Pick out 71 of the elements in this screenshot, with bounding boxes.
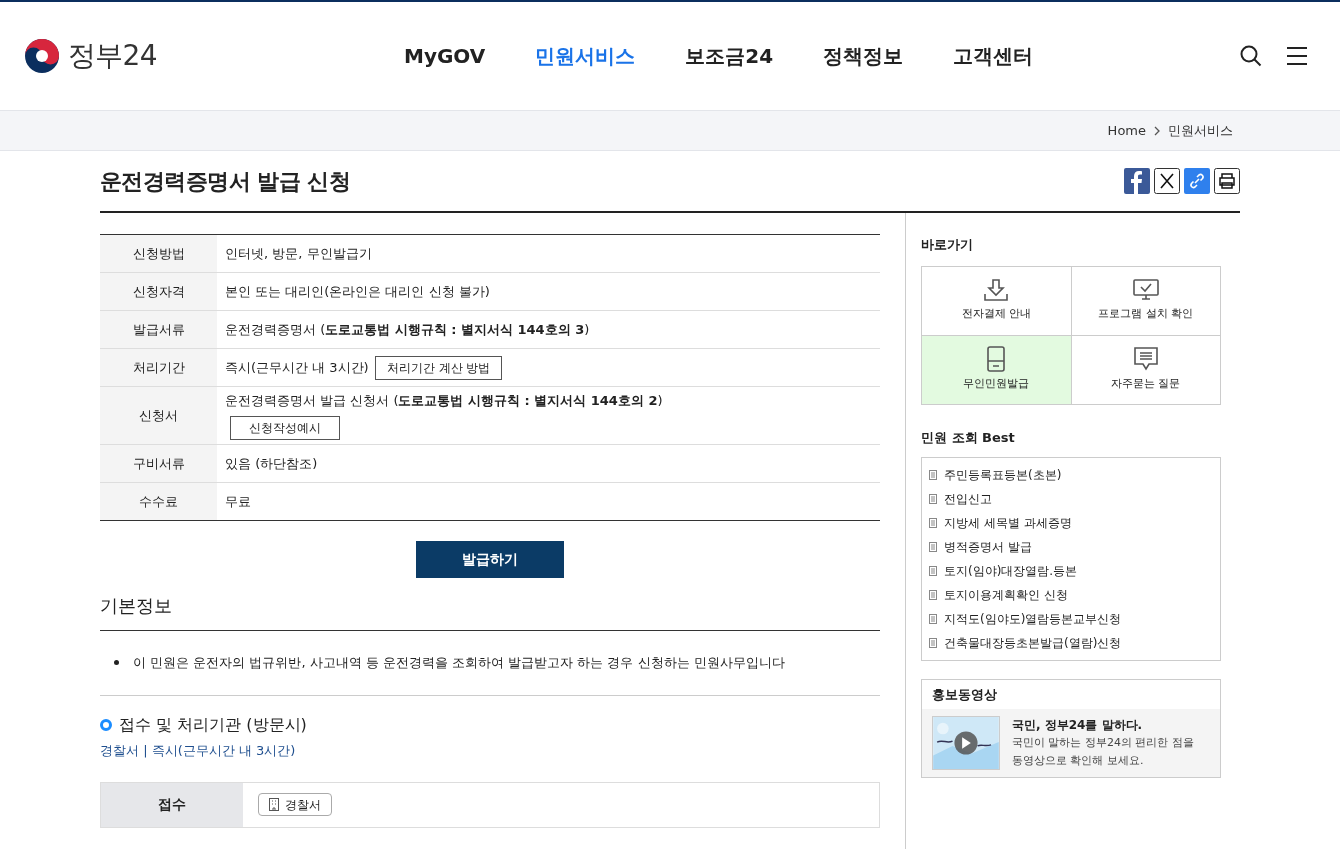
nav-link[interactable]: MyGOV — [404, 41, 486, 71]
shortcut-tile[interactable]: 무인민원발급 — [922, 335, 1072, 405]
kiosk-icon — [986, 346, 1007, 373]
document-icon — [929, 542, 937, 552]
row-value: 운전경력증명서 (도로교통법 시행규칙 : 별지서식 144호의 3) — [225, 320, 590, 339]
best-link[interactable]: 건축물대장등초본발급(열람)신청 — [944, 634, 1122, 652]
chevron-icon — [1154, 125, 1160, 136]
bullet-text: 이 민원은 운전자의 법규위반, 사고내역 등 운전경력을 조회하여 발급받고자 하는 경우 신청하는 민원사무입니다 — [133, 654, 785, 672]
print-icon[interactable] — [1214, 168, 1240, 194]
logo-icon[interactable] — [24, 38, 60, 74]
breadcrumb-link[interactable]: 민원서비스 — [1168, 120, 1233, 141]
row-label: 구비서류 — [100, 445, 217, 482]
video-card[interactable]: 국민, 정부24를 말하다. 국민이 말하는 정부24의 편리한 점을 동영상으로 확인해 보세요. — [922, 709, 1220, 777]
best-link[interactable]: 전입신고 — [944, 490, 992, 508]
link-icon[interactable] — [1184, 168, 1210, 194]
row-label: 신청자격 — [100, 273, 217, 310]
section-title: 기본정보 — [100, 594, 880, 631]
nav-link[interactable]: 정책정보 — [823, 41, 904, 71]
search-icon[interactable] — [1240, 45, 1262, 67]
apply-button[interactable]: 발급하기 — [416, 541, 564, 578]
document-icon — [929, 494, 937, 504]
menu-icon[interactable] — [1286, 46, 1308, 66]
document-icon — [929, 470, 937, 480]
section-subtitle: 접수 및 처리기관 (방문시) — [119, 713, 307, 736]
best-link[interactable]: 토지이용계획확인 신청 — [944, 586, 1068, 604]
page-title: 운전경력증명서 발급 신청 — [100, 167, 351, 196]
document-icon — [929, 590, 937, 600]
document-icon — [929, 614, 937, 624]
document-icon — [929, 638, 937, 648]
shortcut-tile[interactable]: 전자결제 안내 — [922, 266, 1072, 336]
agency-summary: 경찰서 | 즉시(근무시간 내 3시간) — [100, 741, 297, 760]
document-icon — [929, 566, 937, 576]
facebook-icon[interactable] — [1124, 168, 1150, 194]
best-link[interactable]: 주민등록표등본(초본) — [944, 466, 1062, 484]
shortcut-tile[interactable]: 자주묻는 질문 — [1071, 335, 1221, 405]
document-icon — [929, 518, 937, 528]
nav-link[interactable]: 보조금24 — [685, 41, 774, 71]
row-label: 신청서 — [100, 387, 217, 444]
best-link[interactable]: 지적도(임야도)열람등본교부신청 — [944, 610, 1122, 628]
video-headline: 국민, 정부24를 말하다. — [1012, 717, 1144, 734]
breadcrumb-link[interactable]: Home — [1107, 120, 1146, 141]
row-label: 발급서류 — [100, 311, 217, 348]
secondary-button[interactable]: 처리기간 계산 방법 — [374, 355, 503, 380]
row-label: 수수료 — [100, 483, 217, 520]
row-label: 신청방법 — [100, 235, 217, 272]
nav-link[interactable]: 민원서비스 — [535, 41, 636, 71]
nav-link[interactable]: 고객센터 — [953, 41, 1034, 71]
office-button[interactable]: 경찰서 — [258, 793, 332, 816]
sidebar-title: 민원 조회 Best — [921, 428, 1016, 447]
best-link[interactable]: 지방세 세목별 과세증명 — [944, 514, 1072, 532]
chat-icon — [1132, 346, 1159, 373]
row-value: 무료 — [225, 492, 251, 511]
row-value: 즉시(근무시간 내 3시간) — [225, 358, 369, 377]
best-link[interactable]: 병적증명서 발급 — [944, 538, 1032, 556]
logo-text[interactable]: 정부24 — [68, 35, 157, 77]
bullet-icon — [114, 660, 119, 666]
monitor-icon — [1131, 278, 1160, 303]
best-link[interactable]: 토지(임야)대장열람.등본 — [944, 562, 1078, 580]
shortcut-tile[interactable]: 프로그램 설치 확인 — [1071, 266, 1221, 336]
secondary-button[interactable]: 신청작성예시 — [230, 416, 340, 441]
row-value: 운전경력증명서 발급 신청서 (도로교통법 시행규칙 : 별지서식 144호의 2) — [225, 391, 663, 410]
row-value: 있음 (하단참조) — [225, 454, 318, 473]
x-icon[interactable] — [1154, 168, 1180, 194]
row-value: 인터넷, 방문, 무인발급기 — [225, 244, 372, 263]
video-description: 국민이 말하는 정부24의 편리한 점을 동영상으로 확인해 보세요. — [1012, 735, 1194, 769]
row-label: 접수 — [101, 782, 243, 827]
row-value: 본인 또는 대리인(온라인은 대리인 신청 불가) — [225, 282, 490, 301]
download-icon — [983, 278, 1010, 303]
sidebar-title: 바로가기 — [921, 236, 974, 254]
building-icon — [269, 798, 279, 811]
row-label: 처리기간 — [100, 349, 217, 386]
